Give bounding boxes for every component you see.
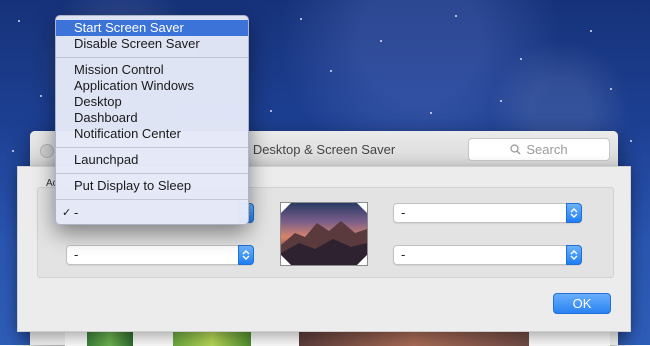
stepper-icon <box>566 245 582 265</box>
menu-separator <box>56 173 248 174</box>
menu-item-notification-center[interactable]: Notification Center <box>56 126 248 142</box>
menu-item-application-windows[interactable]: Application Windows <box>56 78 248 94</box>
search-placeholder: Search <box>526 142 568 157</box>
thumbnail-image[interactable] <box>173 331 251 346</box>
top-right-corner-popup[interactable]: - <box>393 203 582 223</box>
menu-item-put-display-to-sleep[interactable]: Put Display to Sleep <box>56 178 248 194</box>
stepper-icon <box>238 245 254 265</box>
bottom-right-corner-popup[interactable]: - <box>393 245 582 265</box>
thumbnail-image[interactable] <box>87 331 133 346</box>
preview-image <box>299 331 529 346</box>
menu-item-desktop[interactable]: Desktop <box>56 94 248 110</box>
top-right-corner-value: - <box>401 205 406 220</box>
menu-item-mission-control[interactable]: Mission Control <box>56 62 248 78</box>
menu-separator <box>56 199 248 200</box>
bottom-left-corner-popup[interactable]: - <box>66 245 254 265</box>
stepper-icon <box>566 203 582 223</box>
screen-preview-thumbnail <box>280 202 368 266</box>
menu-item-start-screen-saver[interactable]: Start Screen Saver <box>56 20 248 36</box>
screen-saver-thumbnails-strip <box>65 330 610 346</box>
bottom-right-corner-value: - <box>401 247 406 262</box>
ok-button[interactable]: OK <box>553 293 611 314</box>
search-icon <box>510 144 521 155</box>
menu-item-none-label: - <box>74 205 79 220</box>
bottom-left-corner-value: - <box>74 247 79 262</box>
menu-item-none[interactable]: ✓ - <box>56 205 248 221</box>
mountain-image <box>281 203 367 265</box>
hot-corner-action-menu: Start Screen Saver Disable Screen Saver … <box>55 15 249 225</box>
search-field[interactable]: Search <box>468 138 610 161</box>
checkmark-icon: ✓ <box>62 207 72 219</box>
menu-item-dashboard[interactable]: Dashboard <box>56 110 248 126</box>
menu-item-disable-screen-saver[interactable]: Disable Screen Saver <box>56 36 248 52</box>
menu-item-launchpad[interactable]: Launchpad <box>56 152 248 168</box>
menu-separator <box>56 57 248 58</box>
menu-separator <box>56 147 248 148</box>
